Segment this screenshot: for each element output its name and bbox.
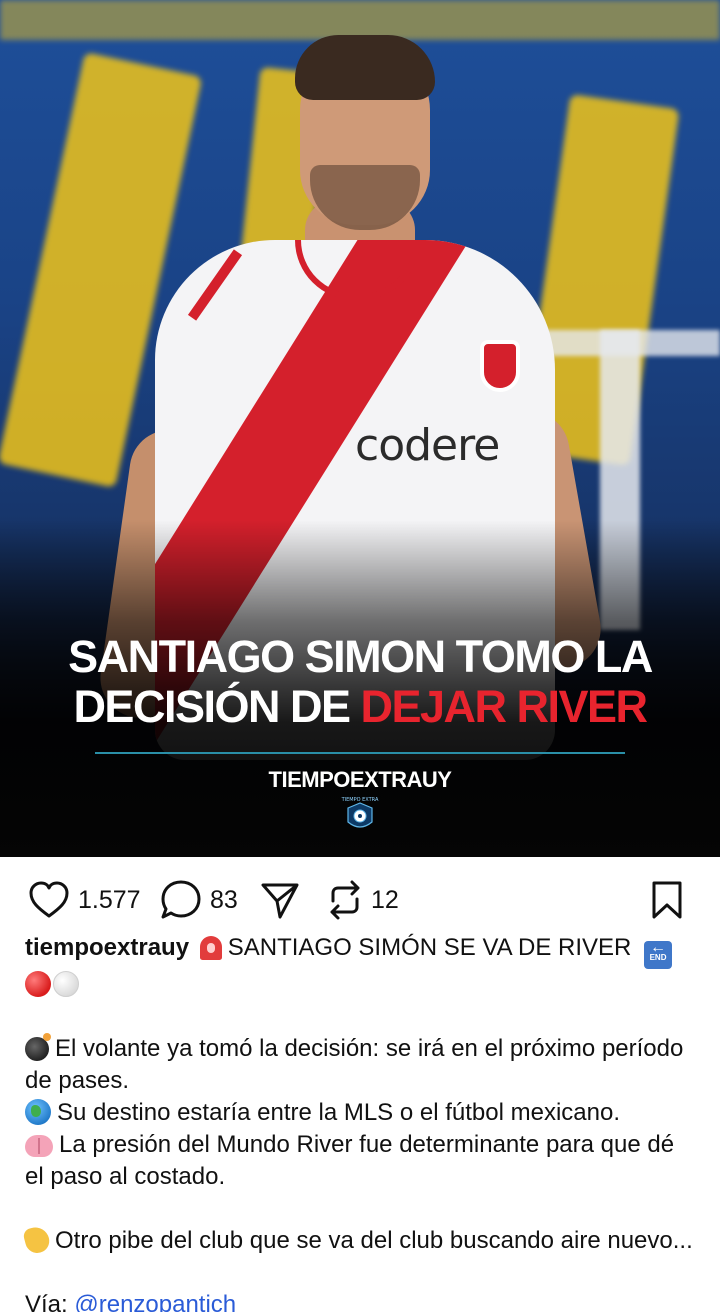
headline-white-part: DECISIÓN DE [73,681,361,732]
caption-username[interactable]: tiempoextrauy [25,934,189,961]
action-bar: 1.577 83 12 [0,872,720,928]
post-image[interactable]: codere SANTIAGO SIMON TOMO LA DECISIÓN D… [0,0,720,857]
caption-line: El volante ya tomó la decisión: se irá e… [25,1033,700,1065]
brand-name: TIEMPOEXTRAUY [268,767,452,792]
like-count: 1.577 [78,885,141,914]
caption-line: de pases. [25,1067,130,1094]
share-button[interactable] [260,872,300,928]
headline-line-2: DECISIÓN DE DEJAR RIVER [0,682,720,732]
repost-count: 12 [371,885,399,914]
bookmark-icon [652,881,682,919]
adidas-logo [295,335,345,365]
white-circle-emoji-icon [53,971,79,997]
post-caption: tiempoextrauy SANTIAGO SIMÓN SE VA DE RI… [22,931,700,1312]
like-button[interactable]: 1.577 [28,872,141,928]
sponsor-logo: codere [355,420,500,471]
comment-icon [161,880,201,919]
bomb-emoji-icon [25,1033,51,1061]
caption-header: tiempoextrauy SANTIAGO SIMÓN SE VA DE RI… [25,931,700,1001]
via-label: Vía: [25,1291,75,1312]
club-crest [480,340,520,392]
soccer-ball-logo-icon [347,802,373,828]
caption-title: SANTIAGO SIMÓN SE VA DE RIVER [227,934,632,961]
caption-line: Su destino estaría entre la MLS o el fút… [25,1097,700,1129]
red-circle-emoji-icon [25,971,51,997]
brain-emoji-icon [25,1135,53,1157]
caption-text: Otro pibe del club que se va del club bu… [55,1227,693,1254]
share-icon [261,883,299,919]
repost-icon [330,880,360,920]
headline-line-1: SANTIAGO SIMON TOMO LA [68,631,653,682]
caption-via: Vía: @renzopantich [25,1289,700,1312]
caption-spacer [25,1001,700,1033]
heart-icon [29,881,69,918]
headline-red-part: DEJAR RIVER [360,681,648,732]
waving-hand-emoji-icon [22,1224,52,1256]
bookmark-button[interactable] [650,872,684,928]
mention-link[interactable]: @renzopantich [74,1291,236,1312]
globe-emoji-icon [25,1099,51,1125]
repost-button[interactable]: 12 [327,872,399,928]
siren-emoji-icon [199,936,222,960]
caption-text: Su destino estaría entre la MLS o el fút… [57,1099,620,1126]
sleeve-stripe [187,249,243,321]
caption-line: La presión del Mundo River fue determina… [25,1129,700,1161]
caption-line: el paso al costado. [25,1163,226,1190]
player-hair [295,35,435,100]
caption-spacer [25,1257,700,1289]
caption-text: El volante ya tomó la decisión: se irá e… [55,1035,684,1062]
caption-line: Otro pibe del club que se va del club bu… [22,1224,700,1257]
caption-text: La presión del Mundo River fue determina… [59,1131,675,1158]
divider-line [95,752,625,754]
comment-count: 83 [210,885,238,914]
caption-spacer [25,1193,700,1225]
comment-button[interactable]: 83 [160,872,238,928]
end-arrow-emoji-icon: END [644,931,673,969]
